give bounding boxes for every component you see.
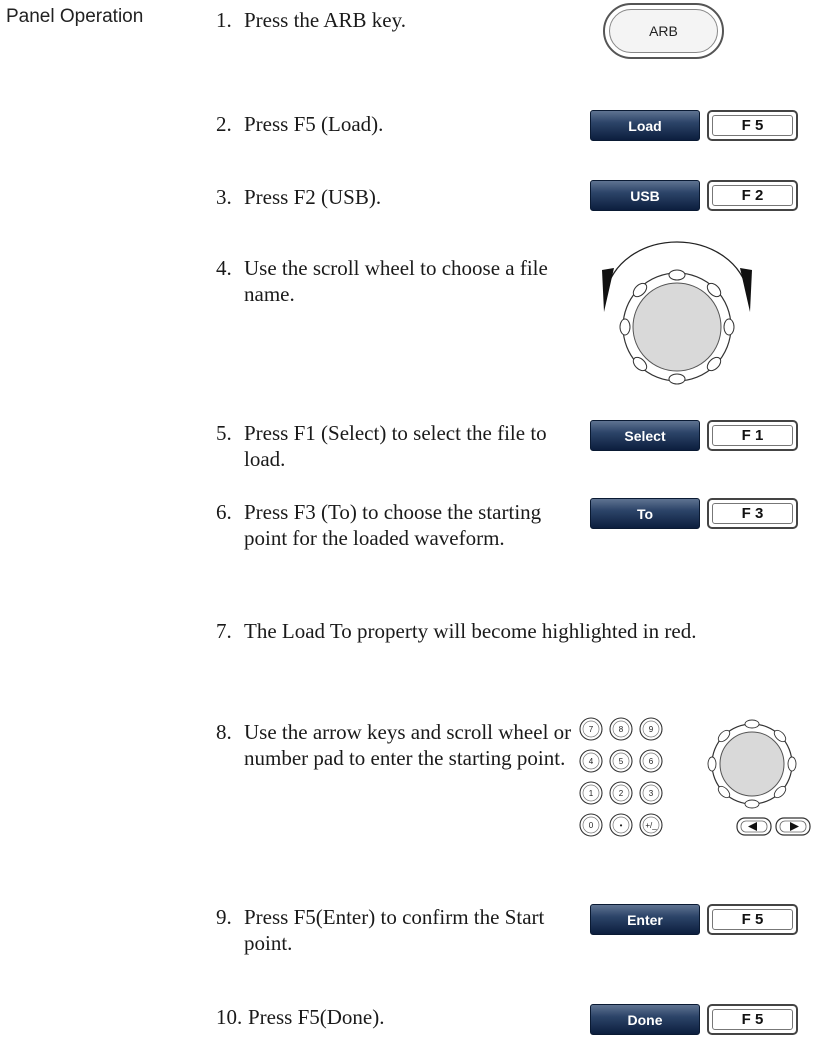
step-8: 8. Use the arrow keys and scroll wheel o… (216, 719, 586, 771)
step-text: Press F5 (Load). (244, 112, 384, 136)
step-number: 4. (216, 256, 232, 280)
step-10: 10. Press F5(Done). (216, 1004, 586, 1030)
f3-key-label: F 3 (741, 505, 764, 522)
numpad-key[interactable]: 0 (579, 813, 603, 837)
numpad-key[interactable]: 3 (639, 781, 663, 805)
step-4: 4. Use the scroll wheel to choose a file… (216, 255, 576, 307)
numpad-key-label: 5 (619, 757, 624, 766)
f5-key-label: F 5 (741, 117, 764, 134)
select-softkey[interactable]: Select (590, 420, 700, 451)
numpad-key-label: 8 (619, 725, 624, 734)
step-number: 3. (216, 185, 232, 209)
to-softkey[interactable]: To (590, 498, 700, 529)
scroll-wheel-small-icon[interactable] (702, 714, 802, 814)
numpad-key-label: 2 (619, 789, 624, 798)
f2-key-label: F 2 (741, 187, 764, 204)
step-number: 8. (216, 720, 232, 744)
step-number: 10. (216, 1005, 243, 1029)
step-7: 7. The Load To property will become high… (216, 618, 806, 644)
section-label: Panel Operation (6, 6, 144, 27)
numpad-key[interactable]: 4 (579, 749, 603, 773)
step-text: Use the scroll wheel to choose a file na… (244, 256, 548, 306)
numpad-key[interactable]: 6 (639, 749, 663, 773)
f1-key-label: F 1 (741, 427, 764, 444)
step-6: 6. Press F3 (To) to choose the starting … (216, 499, 576, 551)
f5-key[interactable]: F 5 (707, 110, 798, 141)
step-text: Press F2 (USB). (244, 185, 382, 209)
step-1: 1. Press the ARB key. (216, 7, 546, 33)
numpad-key-label: 7 (589, 725, 594, 734)
numpad-key-label: 4 (589, 757, 594, 766)
step-number: 9. (216, 905, 232, 929)
step-text: Press F5(Done). (248, 1005, 385, 1029)
numpad-key[interactable]: +/_ (639, 813, 663, 837)
step-text: The Load To property will become highlig… (244, 619, 697, 643)
f5-key-label: F 5 (741, 911, 764, 928)
numpad-key-label: 9 (649, 725, 654, 734)
numpad-key[interactable]: 7 (579, 717, 603, 741)
f5-key[interactable]: F 5 (707, 904, 798, 935)
step-number: 5. (216, 421, 232, 445)
arb-key-label: ARB (649, 23, 678, 39)
usb-softkey[interactable]: USB (590, 180, 700, 211)
step-9: 9. Press F5(Enter) to confirm the Start … (216, 904, 586, 956)
numpad-key[interactable]: 2 (609, 781, 633, 805)
step-number: 1. (216, 8, 232, 32)
numpad-key-label: 0 (589, 821, 594, 830)
step-text: Press F3 (To) to choose the starting poi… (244, 500, 542, 550)
numpad-key[interactable]: • (609, 813, 633, 837)
step-3: 3. Press F2 (USB). (216, 184, 546, 210)
arrow-keys-icon[interactable] (736, 816, 812, 838)
number-pad-icon[interactable]: 7 8 9 4 5 6 1 2 3 0 • +/_ (578, 716, 668, 846)
f1-key[interactable]: F 1 (707, 420, 798, 451)
step-text: Press F5(Enter) to confirm the Start poi… (244, 905, 545, 955)
numpad-key[interactable]: 9 (639, 717, 663, 741)
numpad-key[interactable]: 5 (609, 749, 633, 773)
load-softkey[interactable]: Load (590, 110, 700, 141)
step-text: Press F1 (Select) to select the file to … (244, 421, 547, 471)
step-5: 5. Press F1 (Select) to select the file … (216, 420, 576, 472)
numpad-key[interactable]: 8 (609, 717, 633, 741)
numpad-key-label: • (620, 821, 623, 830)
f2-key[interactable]: F 2 (707, 180, 798, 211)
scroll-wheel-icon[interactable] (592, 222, 762, 392)
arb-key[interactable]: ARB (603, 3, 724, 59)
f3-key[interactable]: F 3 (707, 498, 798, 529)
step-number: 2. (216, 112, 232, 136)
enter-softkey[interactable]: Enter (590, 904, 700, 935)
numpad-key-label: 1 (589, 789, 594, 798)
numpad-key-label: 3 (649, 789, 654, 798)
f5-key[interactable]: F 5 (707, 1004, 798, 1035)
step-2: 2. Press F5 (Load). (216, 111, 546, 137)
numpad-key-label: +/_ (645, 821, 657, 830)
step-text: Press the ARB key. (244, 8, 406, 32)
numpad-key[interactable]: 1 (579, 781, 603, 805)
numpad-key-label: 6 (649, 757, 654, 766)
f5-key-label: F 5 (741, 1011, 764, 1028)
step-number: 7. (216, 619, 232, 643)
done-softkey[interactable]: Done (590, 1004, 700, 1035)
step-text: Use the arrow keys and scroll wheel or n… (244, 720, 572, 770)
step-number: 6. (216, 500, 232, 524)
